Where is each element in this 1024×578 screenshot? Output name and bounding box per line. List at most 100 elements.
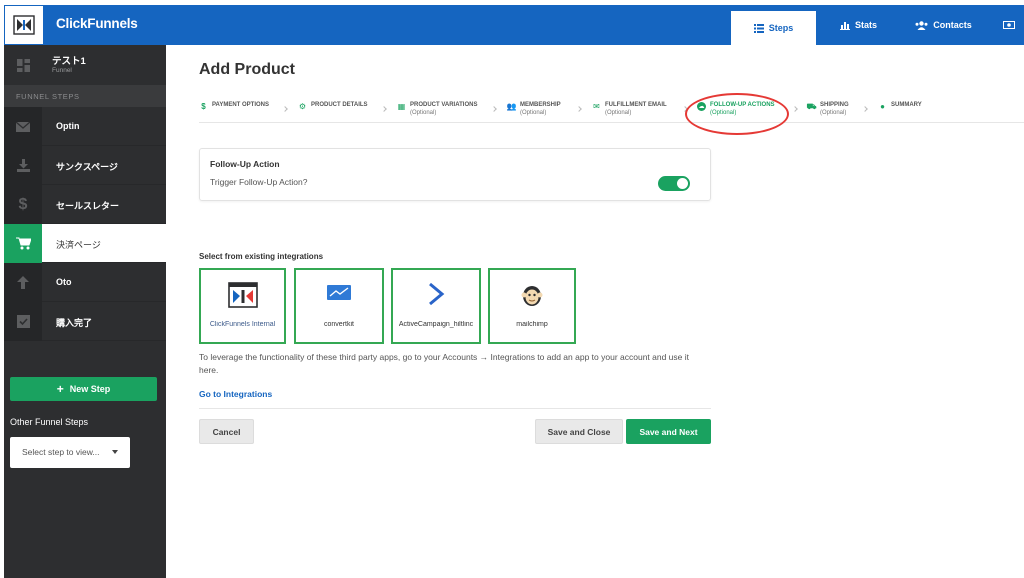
sidebar-item-optin[interactable]: Optin xyxy=(4,107,166,146)
plus-icon: + xyxy=(56,382,64,396)
divider xyxy=(199,408,711,409)
funnel-logo-icon xyxy=(13,15,35,35)
truck-icon: ⛟ xyxy=(806,101,817,111)
sidebar-item-sales-letter[interactable]: $ セールスレター xyxy=(4,185,166,224)
dollar-icon: $ xyxy=(201,101,206,111)
list-icon xyxy=(753,23,764,33)
wizard-step-payment-options[interactable]: $ PAYMENT OPTIONS xyxy=(199,101,269,111)
wizard-step-product-details[interactable]: ⚙ PRODUCT DETAILS xyxy=(298,101,368,111)
convertkit-logo-icon xyxy=(327,285,351,300)
clickfunnels-logo[interactable] xyxy=(4,5,44,45)
wizard-step-summary[interactable]: ● SUMMARY xyxy=(878,101,922,111)
sidebar: テスト1 Funnel FUNNEL STEPS Optin サンクスページ $… xyxy=(4,45,166,578)
envelope-icon: ✉ xyxy=(593,101,600,111)
page-title: Add Product xyxy=(199,61,295,78)
integration-clickfunnels-internal[interactable]: ClickFunnels Internal xyxy=(199,268,286,344)
arrow-up-icon xyxy=(17,276,29,289)
funnel-name: テスト1 xyxy=(52,56,86,67)
integration-activecampaign[interactable]: ActiveCampaign_hiltlinc xyxy=(391,268,481,344)
users-icon: 👥 xyxy=(506,101,517,111)
chevron-right-icon xyxy=(491,106,497,112)
sidebar-icon-cell xyxy=(4,107,42,146)
funnel-type: Funnel xyxy=(52,67,72,74)
sidebar-item-checkout[interactable]: 決済ページ xyxy=(4,224,166,263)
bar-chart-icon xyxy=(839,21,850,30)
tab-stats-label: Stats xyxy=(854,20,877,30)
clickfunnels-logo-icon xyxy=(227,282,258,308)
users-icon xyxy=(915,20,928,30)
integration-name: mailchimp xyxy=(516,321,548,328)
dashboard-icon xyxy=(16,58,30,72)
other-funnel-steps-label: Other Funnel Steps xyxy=(10,417,89,427)
download-icon xyxy=(16,159,30,172)
integration-logo xyxy=(393,282,479,306)
integration-name: ClickFunnels Internal xyxy=(209,321,276,328)
wizard-step-shipping[interactable]: ⛟ SHIPPING (Optional) xyxy=(806,101,849,117)
save-and-close-button[interactable]: Save and Close xyxy=(535,419,623,444)
dashboard-icon-cell xyxy=(4,45,42,85)
sidebar-item-label: サンクスページ xyxy=(56,162,118,172)
save-and-next-button[interactable]: Save and Next xyxy=(626,419,711,444)
sidebar-icon-cell xyxy=(4,146,42,185)
wizard-step-label: SHIPPING xyxy=(820,102,849,108)
wizard-step-fulfillment-email[interactable]: ✉ FULFILLMENT EMAIL (Optional) xyxy=(592,101,667,117)
integrations-heading: Select from existing integrations xyxy=(199,252,324,261)
top-bar: ClickFunnels Steps Stats Contacts xyxy=(4,5,1024,45)
wizard-step-optional: (Optional) xyxy=(820,110,847,116)
sidebar-icon-cell xyxy=(4,302,42,341)
wizard-step-optional: (Optional) xyxy=(520,110,547,116)
trigger-follow-up-label: Trigger Follow-Up Action? xyxy=(210,177,308,187)
circle-check-icon: ● xyxy=(880,101,885,111)
go-to-integrations-link[interactable]: Go to Integrations xyxy=(199,389,272,399)
toggle-knob xyxy=(677,178,688,189)
sidebar-item-purchase-complete[interactable]: 購入完了 xyxy=(4,302,166,341)
new-step-button[interactable]: + New Step xyxy=(10,377,157,401)
sidebar-icon-cell xyxy=(4,224,42,263)
step-select-value: Select step to view... xyxy=(22,447,100,457)
sidebar-item-label: Oto xyxy=(56,277,72,287)
checkbox-icon xyxy=(16,315,30,328)
integration-logo xyxy=(296,282,382,302)
sidebar-item-thanks[interactable]: サンクスページ xyxy=(4,146,166,185)
wizard-step-label: PAYMENT OPTIONS xyxy=(212,102,270,108)
wizard-step-membership[interactable]: 👥 MEMBERSHIP (Optional) xyxy=(507,101,561,117)
chevron-right-icon xyxy=(282,106,288,112)
funnel-header[interactable]: テスト1 Funnel xyxy=(4,45,166,85)
tab-more[interactable] xyxy=(994,5,1024,45)
integrations-info-text: To leverage the functionality of these t… xyxy=(199,352,689,375)
tab-contacts[interactable]: Contacts xyxy=(901,5,986,45)
tab-steps[interactable]: Steps xyxy=(731,11,816,45)
cancel-button[interactable]: Cancel xyxy=(199,419,254,444)
step-select[interactable]: Select step to view... xyxy=(10,437,130,468)
follow-up-title: Follow-Up Action xyxy=(210,159,280,169)
chevron-right-icon xyxy=(862,106,868,112)
integration-name: ActiveCampaign_hiltlinc xyxy=(398,321,474,328)
wizard-step-label: MEMBERSHIP xyxy=(520,102,561,108)
sidebar-item-label: 決済ページ xyxy=(56,240,101,250)
integration-convertkit[interactable]: convertkit xyxy=(294,268,384,344)
tab-stats[interactable]: Stats xyxy=(816,5,901,45)
cubes-icon: ▦ xyxy=(397,101,406,111)
annotation-highlight-circle xyxy=(685,93,789,135)
wizard-step-label: FULFILLMENT EMAIL xyxy=(605,102,667,108)
wizard-step-optional: (Optional) xyxy=(605,110,632,116)
activecampaign-chevron-icon xyxy=(429,282,445,306)
sidebar-icon-cell: $ xyxy=(4,185,42,224)
trigger-follow-up-toggle[interactable] xyxy=(658,176,690,191)
chevron-down-icon xyxy=(112,450,118,454)
sidebar-icon-cell xyxy=(4,263,42,302)
tab-contacts-label: Contacts xyxy=(933,20,972,30)
brand-name: ClickFunnels xyxy=(56,16,138,31)
wizard-step-optional: (Optional) xyxy=(410,110,437,116)
wizard-step-product-variations[interactable]: ▦ PRODUCT VARIATIONS (Optional) xyxy=(397,101,478,117)
envelope-icon xyxy=(16,121,30,132)
follow-up-action-card: Follow-Up Action Trigger Follow-Up Actio… xyxy=(199,148,711,201)
integration-mailchimp[interactable]: mailchimp xyxy=(488,268,576,344)
chevron-right-icon xyxy=(381,106,387,112)
chevron-right-icon xyxy=(792,106,798,112)
cart-icon xyxy=(15,237,31,250)
sidebar-item-label: セールスレター xyxy=(56,201,120,211)
integration-name: convertkit xyxy=(324,321,354,328)
sidebar-item-oto[interactable]: Oto xyxy=(4,263,166,302)
integration-logo xyxy=(490,282,574,308)
